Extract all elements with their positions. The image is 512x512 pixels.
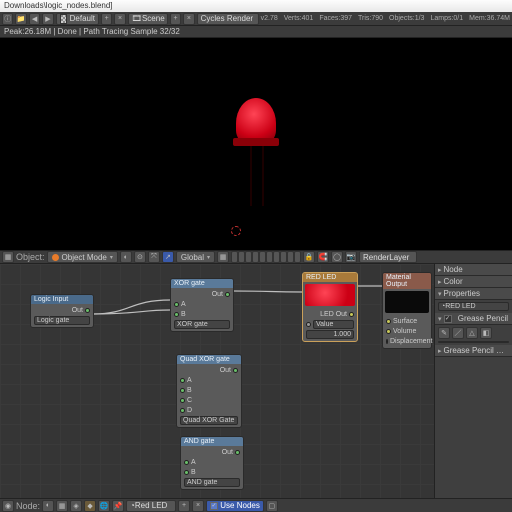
lock-icon[interactable]: 🔒 bbox=[303, 251, 315, 263]
manipulator-icon[interactable]: ⤧ bbox=[148, 251, 160, 263]
gp-erase-icon[interactable]: ◧ bbox=[480, 327, 492, 339]
panel-color[interactable]: Color bbox=[435, 276, 512, 288]
label: Object: bbox=[16, 252, 45, 262]
window-titlebar: Downloads\logic_nodes.blend] bbox=[0, 0, 512, 12]
rendered-led-rim bbox=[233, 138, 279, 146]
remove-layout-icon[interactable]: × bbox=[114, 13, 125, 25]
add-layout-icon[interactable]: + bbox=[101, 13, 112, 25]
node-red-led[interactable]: RED LED LED Out Value 1.000 bbox=[302, 272, 358, 342]
object-icon[interactable]: ◆ bbox=[84, 500, 96, 512]
node-header[interactable]: RED LED bbox=[303, 273, 357, 282]
pin-icon[interactable]: 📌 bbox=[112, 500, 124, 512]
node-field[interactable]: AND gate bbox=[184, 478, 240, 487]
panel-gp-colors[interactable]: Grease Pencil … bbox=[435, 345, 512, 357]
node-header[interactable]: AND gate bbox=[181, 437, 243, 446]
node-preview bbox=[305, 284, 355, 306]
proportional-icon[interactable]: ◯ bbox=[331, 251, 343, 263]
3d-viewport[interactable] bbox=[0, 38, 512, 250]
node-field[interactable]: XOR gate bbox=[174, 320, 230, 329]
node-field[interactable]: Quad XOR Gate bbox=[180, 416, 238, 425]
node-preview bbox=[385, 291, 429, 313]
render-engine-dropdown[interactable]: Cycles Render bbox=[197, 13, 259, 25]
gp-draw-icon[interactable]: ✎ bbox=[438, 327, 450, 339]
world-icon[interactable]: 🌐 bbox=[98, 500, 110, 512]
renderlayer-dropdown[interactable]: RenderLayer bbox=[359, 251, 417, 263]
node-header[interactable]: Material Output bbox=[383, 273, 431, 289]
back-icon[interactable]: ◀ bbox=[29, 13, 40, 25]
scene-add-icon[interactable]: + bbox=[170, 13, 181, 25]
snap-icon[interactable]: 🧲 bbox=[317, 251, 329, 263]
render-status: Peak:26.18M | Done | Path Tracing Sample… bbox=[0, 26, 512, 38]
info-header: ⓘ 📁 ◀ ▶ Default + × 🎞 Scene + × Cycles R… bbox=[0, 12, 512, 26]
node-and-gate[interactable]: AND gate Out A B AND gate bbox=[180, 436, 244, 490]
node-logic-input[interactable]: Logic Input Out Logic gate bbox=[30, 294, 94, 328]
file-menu-icon[interactable]: 📁 bbox=[15, 13, 26, 25]
editor-type-icon[interactable]: ⓘ bbox=[2, 13, 13, 25]
3d-view-header: ▦ Object: Object Mode ◐ ⊙ ⤧ ↗ Global ▦ 🔒… bbox=[0, 250, 512, 264]
layer-buttons[interactable] bbox=[231, 251, 301, 263]
backdrop-icon[interactable]: ▢ bbox=[266, 500, 278, 512]
orientation-dropdown[interactable]: Global bbox=[176, 251, 215, 263]
display-icon[interactable]: ◐ bbox=[120, 251, 132, 263]
layers-icon[interactable]: ▦ bbox=[217, 251, 229, 263]
node-quad-xor-gate[interactable]: Quad XOR gate Out A B C D Quad XOR Gate bbox=[176, 354, 242, 428]
gp-poly-icon[interactable]: △ bbox=[466, 327, 478, 339]
rendered-led-leg bbox=[250, 146, 252, 206]
pivot-icon[interactable]: ⊙ bbox=[134, 251, 146, 263]
panel-properties[interactable]: Properties bbox=[435, 288, 512, 300]
screen-layout-dropdown[interactable]: Default bbox=[56, 13, 99, 25]
3d-cursor-icon bbox=[231, 226, 241, 236]
scene-dropdown[interactable]: 🎞 Scene bbox=[128, 13, 168, 25]
node-field[interactable]: Logic gate bbox=[34, 316, 90, 325]
panel-grease-pencil[interactable]: ✓ Grease Pencil bbox=[435, 313, 512, 325]
gp-blank-field[interactable] bbox=[438, 341, 509, 343]
node-editor[interactable]: Logic Input Out Logic gate XOR gate Out … bbox=[0, 264, 512, 498]
node-editor-header: ◉ Node: ◐ ▦ ◈ ◆ 🌐 📌 ◔ Red LED + × ✓ Use … bbox=[0, 498, 512, 512]
texture-tree-icon[interactable]: ◈ bbox=[70, 500, 82, 512]
use-nodes-toggle[interactable]: ✓ Use Nodes bbox=[206, 500, 264, 512]
node-properties-panel: Node Color Properties ◔ RED LED ✓ Grease… bbox=[434, 264, 512, 498]
node-header[interactable]: Quad XOR gate bbox=[177, 355, 241, 364]
material-dropdown[interactable]: ◔ Red LED bbox=[126, 500, 176, 512]
node-value[interactable]: 1.000 bbox=[306, 330, 354, 339]
mat-remove-icon[interactable]: × bbox=[192, 500, 204, 512]
scene-stats: v2.78 Verts:401 Faces:397 Tris:790 Objec… bbox=[261, 15, 510, 22]
node-material-output[interactable]: Material Output Surface Volume Displacem… bbox=[382, 272, 432, 349]
material-name-field[interactable]: ◔ RED LED bbox=[438, 302, 509, 311]
mode-dropdown[interactable]: Object Mode bbox=[47, 251, 118, 263]
node-header[interactable]: Logic Input bbox=[31, 295, 93, 304]
rendered-led-leg bbox=[262, 146, 264, 206]
node-header[interactable]: XOR gate bbox=[171, 279, 233, 288]
panel-node[interactable]: Node bbox=[435, 264, 512, 276]
fwd-icon[interactable]: ▶ bbox=[42, 13, 53, 25]
gp-line-icon[interactable]: ／ bbox=[452, 327, 464, 339]
editor-type-icon[interactable]: ◉ bbox=[2, 500, 14, 512]
compositor-tree-icon[interactable]: ▦ bbox=[56, 500, 68, 512]
render-icon[interactable]: 📷 bbox=[345, 251, 357, 263]
node-xor-gate[interactable]: XOR gate Out A B XOR gate bbox=[170, 278, 234, 332]
editor-type-icon[interactable]: ▦ bbox=[2, 251, 14, 263]
axis-icon[interactable]: ↗ bbox=[162, 251, 174, 263]
label: Node: bbox=[16, 501, 40, 511]
mat-add-icon[interactable]: + bbox=[178, 500, 190, 512]
shader-tree-icon[interactable]: ◐ bbox=[42, 500, 54, 512]
scene-remove-icon[interactable]: × bbox=[183, 13, 194, 25]
